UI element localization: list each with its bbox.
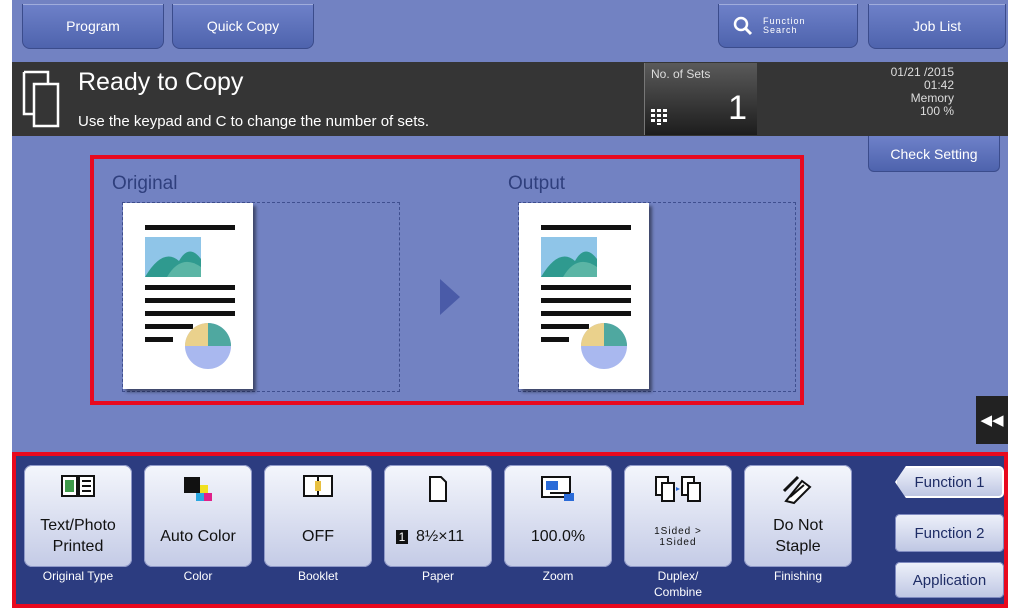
sets-label: No. of Sets bbox=[651, 67, 711, 81]
sets-value: 1 bbox=[728, 89, 747, 127]
application-label: Application bbox=[912, 571, 987, 589]
booklet-icon bbox=[303, 475, 333, 497]
copy-preview-area: Original Output bbox=[90, 155, 804, 405]
memory-value: 100 % bbox=[919, 104, 954, 118]
booklet-caption: Booklet bbox=[297, 569, 339, 583]
duplex-line1: 1Sided > bbox=[654, 526, 702, 537]
zoom-caption: Zoom bbox=[542, 569, 574, 583]
check-setting-button[interactable]: Check Setting bbox=[868, 136, 1000, 172]
tray-number-icon: 1 bbox=[396, 529, 408, 544]
color-value: Auto Color bbox=[160, 528, 236, 545]
function-key-panel: Text/Photo Printed Original Type Auto Co… bbox=[12, 452, 1008, 608]
document-icon bbox=[541, 225, 631, 369]
status-message: Use the keypad and C to change the numbe… bbox=[78, 113, 430, 130]
search-icon bbox=[733, 16, 753, 35]
number-of-sets-display[interactable]: No. of Sets 1 bbox=[644, 63, 757, 135]
duplex-combine-key[interactable]: 1Sided > 1Sided bbox=[624, 465, 732, 567]
clock-memory-status: 01/21 /2015 01:42 Memory 100 % bbox=[834, 66, 954, 118]
staple-off-icon bbox=[782, 475, 812, 505]
program-label: Program bbox=[66, 18, 120, 34]
output-document-preview bbox=[519, 203, 649, 389]
booklet-key[interactable]: OFF bbox=[264, 465, 372, 567]
booklet-value: OFF bbox=[302, 528, 334, 545]
zoom-icon bbox=[541, 476, 574, 501]
function-1-tab[interactable]: Function 1 bbox=[895, 466, 1004, 498]
paper-icon bbox=[429, 476, 447, 502]
collapse-panel-button[interactable]: ◀◀ bbox=[976, 396, 1008, 444]
original-type-key[interactable]: Text/Photo Printed bbox=[24, 465, 132, 567]
text-photo-icon bbox=[61, 475, 95, 497]
color-key[interactable]: Auto Color bbox=[144, 465, 252, 567]
quick-copy-label: Quick Copy bbox=[206, 18, 280, 34]
original-label: Original bbox=[112, 173, 178, 194]
original-document-preview bbox=[123, 203, 253, 389]
function-search-button[interactable]: Function Search bbox=[718, 4, 858, 48]
function-1-label: Function 1 bbox=[914, 473, 985, 491]
color-caption: Color bbox=[183, 569, 213, 583]
paper-key[interactable]: 1 8½×11 bbox=[384, 465, 492, 567]
application-tab[interactable]: Application bbox=[895, 562, 1004, 598]
double-chevron-left-icon: ◀◀ bbox=[980, 412, 1004, 429]
duplex-caption: Duplex/Combine bbox=[653, 569, 703, 599]
original-type-caption: Original Type bbox=[42, 569, 114, 583]
copy-screen: Program Quick Copy Function Search Job Li… bbox=[12, 0, 1008, 608]
duplex-icon bbox=[655, 476, 701, 502]
arrow-right-icon bbox=[440, 279, 460, 315]
zoom-value: 100.0% bbox=[530, 528, 586, 545]
paper-value: 1 8½×11 bbox=[384, 526, 492, 547]
duplex-line2: 1Sided bbox=[659, 537, 697, 548]
check-setting-label: Check Setting bbox=[890, 145, 978, 162]
job-list-button[interactable]: Job List bbox=[868, 4, 1006, 49]
finishing-line2: Staple bbox=[775, 538, 821, 555]
output-label: Output bbox=[508, 173, 566, 194]
finishing-key[interactable]: Do Not Staple bbox=[744, 465, 852, 567]
job-list-label: Job List bbox=[912, 18, 962, 34]
copy-icon bbox=[22, 70, 60, 128]
keypad-icon bbox=[651, 109, 667, 125]
finishing-line1: Do Not bbox=[773, 517, 823, 534]
function-search-label: Function Search bbox=[763, 15, 806, 35]
function-2-tab[interactable]: Function 2 bbox=[895, 514, 1004, 552]
zoom-key[interactable]: 100.0% bbox=[504, 465, 612, 567]
finishing-caption: Finishing bbox=[773, 569, 823, 583]
color-icon bbox=[184, 477, 212, 501]
function-2-label: Function 2 bbox=[914, 524, 985, 542]
paper-caption: Paper bbox=[421, 569, 455, 583]
program-button[interactable]: Program bbox=[22, 4, 164, 49]
quick-copy-button[interactable]: Quick Copy bbox=[172, 4, 314, 49]
status-title: Ready to Copy bbox=[78, 68, 244, 96]
original-type-line2: Printed bbox=[52, 538, 104, 555]
document-icon bbox=[145, 225, 235, 369]
original-type-line1: Text/Photo bbox=[40, 517, 116, 534]
